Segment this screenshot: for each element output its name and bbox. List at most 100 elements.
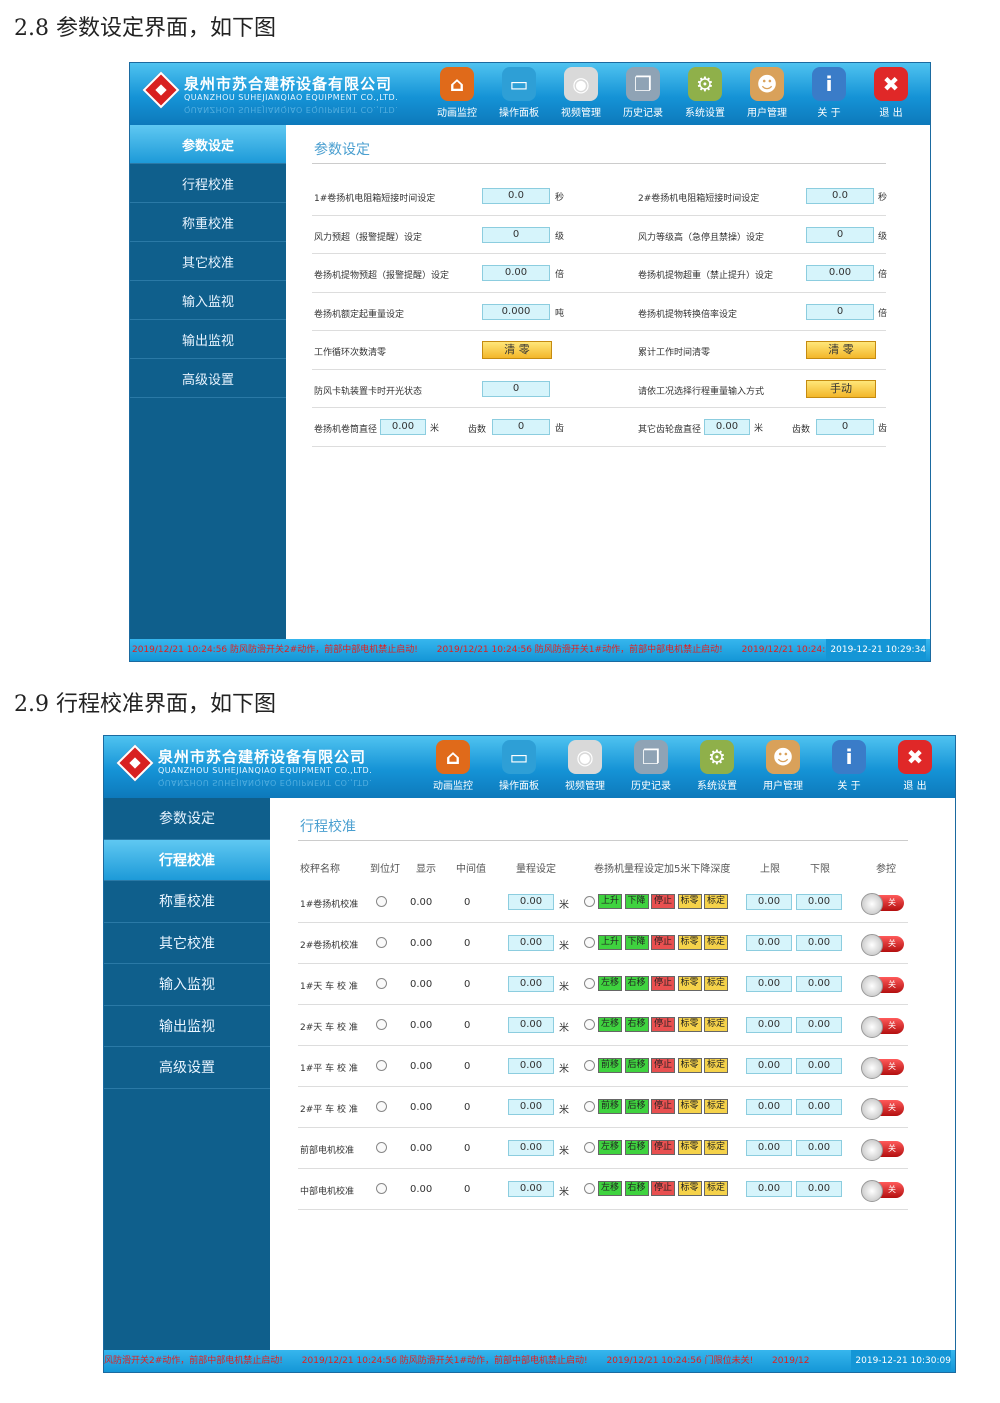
control-button-b5[interactable]: 标定 [704, 1058, 728, 1073]
control-button-b5[interactable]: 标定 [704, 1140, 728, 1155]
control-button-b2[interactable]: 后移 [624, 1058, 649, 1073]
control-button-b3[interactable]: 停止 [651, 1058, 675, 1073]
range-radio[interactable] [584, 978, 595, 989]
control-button-b1[interactable]: 前移 [598, 1058, 622, 1073]
sidebar-item-3[interactable]: 其它校准 [104, 923, 270, 964]
control-toggle-switch[interactable]: 关 [861, 1180, 904, 1202]
toolbar-button-gear[interactable]: ⚙ 系统设置 [674, 67, 736, 123]
gear-diameter-input[interactable]: 0.00 [704, 419, 750, 435]
control-toggle-switch[interactable]: 关 [861, 1057, 904, 1079]
upper-limit-input[interactable]: 0.00 [746, 1058, 792, 1074]
control-button-b1[interactable]: 左移 [598, 976, 622, 991]
upper-limit-input[interactable]: 0.00 [746, 976, 792, 992]
range-input[interactable]: 0.00 [508, 1181, 554, 1197]
param-input[interactable]: 0.0 [482, 188, 550, 204]
control-button-b4[interactable]: 标零 [677, 894, 702, 909]
range-input[interactable]: 0.00 [508, 1099, 554, 1115]
toolbar-button-camera[interactable]: ◉ 视频管理 [550, 67, 612, 123]
param-input[interactable]: 0 [806, 226, 874, 243]
toolbar-button-monitor[interactable]: ▭ 操作面板 [488, 67, 550, 123]
control-button-b1[interactable]: 上升 [598, 935, 622, 950]
control-button-b5[interactable]: 标定 [704, 1099, 728, 1114]
sidebar-item-2[interactable]: 称重校准 [130, 203, 286, 242]
sidebar-item-6[interactable]: 高级设置 [130, 359, 286, 398]
toolbar-button-home[interactable]: ⌂ 动画监控 [420, 740, 486, 796]
drum-diameter-input[interactable]: 0.00 [380, 419, 426, 435]
lower-limit-input[interactable]: 0.00 [796, 1099, 842, 1115]
control-button-b5[interactable]: 标定 [704, 1017, 728, 1032]
sidebar-item-6[interactable]: 高级设置 [104, 1047, 270, 1089]
toolbar-button-exit[interactable]: ✖ 退 出 [860, 67, 922, 123]
control-button-b2[interactable]: 右移 [624, 976, 649, 991]
param-input[interactable]: 0.000 [482, 303, 550, 320]
lower-limit-input[interactable]: 0.00 [796, 935, 842, 951]
control-button-b2[interactable]: 下降 [624, 935, 649, 950]
lower-limit-input[interactable]: 0.00 [796, 976, 842, 992]
control-button-b3[interactable]: 停止 [651, 1099, 675, 1114]
control-button-b3[interactable]: 停止 [651, 1017, 675, 1032]
range-input[interactable]: 0.00 [508, 976, 554, 992]
upper-limit-input[interactable]: 0.00 [746, 1181, 792, 1197]
sidebar-item-3[interactable]: 其它校准 [130, 242, 286, 281]
gear-teeth-input[interactable]: 0 [816, 419, 874, 435]
lower-limit-input[interactable]: 0.00 [796, 894, 842, 910]
control-button-b3[interactable]: 停止 [651, 935, 675, 950]
param-input[interactable]: 0.00 [806, 265, 874, 281]
range-radio[interactable] [584, 896, 595, 907]
control-toggle-switch[interactable]: 关 [861, 1139, 904, 1161]
param-input[interactable]: 0 [806, 303, 874, 320]
control-button-b1[interactable]: 左移 [598, 1140, 622, 1155]
control-button-b1[interactable]: 左移 [598, 1017, 622, 1032]
toolbar-button-monitor[interactable]: ▭ 操作面板 [486, 740, 552, 796]
control-button-b4[interactable]: 标零 [677, 935, 702, 950]
lower-limit-input[interactable]: 0.00 [796, 1181, 842, 1197]
range-input[interactable]: 0.00 [508, 1140, 554, 1156]
control-button-b3[interactable]: 停止 [651, 1140, 675, 1155]
control-toggle-switch[interactable]: 关 [861, 893, 904, 915]
toolbar-button-gear[interactable]: ⚙ 系统设置 [684, 740, 750, 796]
control-button-b4[interactable]: 标零 [677, 1099, 702, 1114]
control-button-b5[interactable]: 标定 [704, 935, 728, 950]
control-button-b4[interactable]: 标零 [677, 1181, 702, 1196]
range-input[interactable]: 0.00 [508, 1058, 554, 1074]
control-button-b4[interactable]: 标零 [677, 976, 702, 991]
control-button-b1[interactable]: 前移 [598, 1099, 622, 1114]
control-toggle-switch[interactable]: 关 [861, 934, 904, 956]
lower-limit-input[interactable]: 0.00 [796, 1058, 842, 1074]
control-button-b2[interactable]: 右移 [624, 1181, 649, 1196]
drum-teeth-input[interactable]: 0 [492, 419, 550, 435]
range-input[interactable]: 0.00 [508, 894, 554, 910]
upper-limit-input[interactable]: 0.00 [746, 935, 792, 951]
lower-limit-input[interactable]: 0.00 [796, 1017, 842, 1033]
toolbar-button-camera[interactable]: ◉ 视频管理 [552, 740, 618, 796]
range-radio[interactable] [584, 1183, 595, 1194]
control-button-b4[interactable]: 标零 [677, 1140, 702, 1155]
control-button-b3[interactable]: 停止 [651, 976, 675, 991]
range-radio[interactable] [584, 1101, 595, 1112]
toolbar-button-documents[interactable]: ❐ 历史记录 [612, 67, 674, 123]
control-button-b1[interactable]: 左移 [598, 1181, 622, 1196]
toolbar-button-documents[interactable]: ❐ 历史记录 [618, 740, 684, 796]
range-input[interactable]: 0.00 [508, 935, 554, 951]
upper-limit-input[interactable]: 0.00 [746, 1140, 792, 1156]
upper-limit-input[interactable]: 0.00 [746, 894, 792, 910]
control-button-b2[interactable]: 后移 [624, 1099, 649, 1114]
range-radio[interactable] [584, 1142, 595, 1153]
sidebar-item-5[interactable]: 输出监视 [104, 1006, 270, 1047]
upper-limit-input[interactable]: 0.00 [746, 1099, 792, 1115]
control-button-b2[interactable]: 右移 [624, 1017, 649, 1032]
control-button-b2[interactable]: 右移 [624, 1140, 649, 1155]
control-toggle-switch[interactable]: 关 [861, 975, 904, 997]
input-mode-button[interactable]: 手动 [806, 379, 876, 398]
lower-limit-input[interactable]: 0.00 [796, 1140, 842, 1156]
range-input[interactable]: 0.00 [508, 1017, 554, 1033]
control-button-b3[interactable]: 停止 [651, 1181, 675, 1196]
control-button-b5[interactable]: 标定 [704, 1181, 728, 1196]
control-button-b4[interactable]: 标零 [677, 1017, 702, 1032]
param-input[interactable]: 0 [482, 226, 550, 243]
sidebar-item-0[interactable]: 参数设定 [104, 798, 270, 840]
sidebar-item-1[interactable]: 行程校准 [104, 839, 270, 881]
range-radio[interactable] [584, 1060, 595, 1071]
sidebar-item-2[interactable]: 称重校准 [104, 881, 270, 923]
param-input[interactable]: 0.0 [806, 188, 874, 204]
